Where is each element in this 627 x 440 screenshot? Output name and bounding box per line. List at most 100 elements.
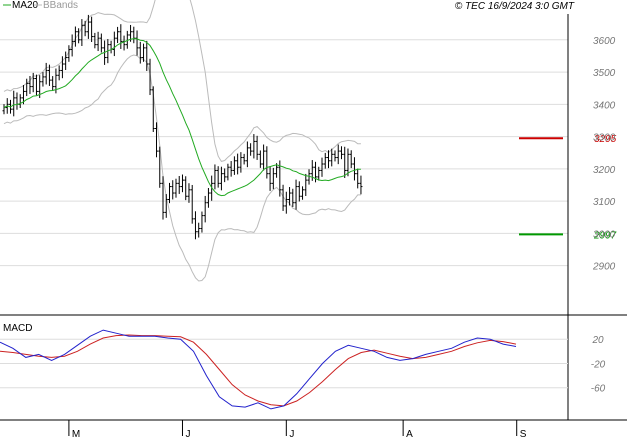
price-bar	[301, 186, 305, 200]
chart-header: MA20 BBands © TEC 16/9/2024 3:0 GMT	[3, 0, 575, 12]
price-bar	[96, 31, 100, 52]
price-bar	[327, 150, 330, 169]
price-bar	[359, 175, 363, 195]
price-y-axis-labels: 2900 3000 3100 3200 3300 3400 3500 3600	[592, 36, 616, 273]
month-label: S	[520, 429, 527, 440]
macd-line	[0, 329, 517, 410]
price-bar	[200, 211, 204, 233]
price-tick-label: 3200	[593, 165, 616, 176]
price-bar	[213, 164, 217, 190]
price-bar	[132, 26, 136, 44]
price-bar	[116, 26, 120, 44]
price-bar	[2, 104, 6, 115]
price-bar	[47, 64, 51, 86]
price-bar	[255, 135, 259, 160]
price-bars	[2, 14, 363, 240]
price-bar	[242, 153, 246, 165]
price-bar	[258, 150, 262, 168]
price-bar	[226, 163, 230, 181]
macd-tick-label: 20	[591, 335, 604, 346]
price-bar	[271, 167, 275, 190]
price-bar	[64, 51, 68, 70]
price-bar	[320, 157, 324, 177]
price-tick-label: 3500	[593, 68, 616, 79]
price-bar	[336, 144, 340, 165]
price-bar	[119, 24, 123, 49]
price-bar	[219, 166, 223, 191]
macd-panel-title: MACD	[3, 323, 32, 334]
price-bar	[236, 153, 240, 175]
price-bar	[109, 40, 113, 54]
price-bar	[339, 146, 343, 160]
price-bar	[174, 178, 178, 198]
price-bar	[151, 86, 155, 132]
price-bar	[25, 78, 29, 97]
price-bar	[57, 65, 61, 81]
price-bar	[34, 74, 38, 96]
month-label: M	[72, 429, 80, 440]
price-bar	[203, 195, 207, 223]
price-bar	[249, 143, 253, 156]
price-bar	[297, 181, 301, 202]
price-bar	[265, 146, 269, 179]
price-tick-label: 3300	[593, 133, 616, 144]
price-bar	[90, 16, 94, 42]
price-bar	[51, 76, 55, 91]
price-tick-label: 3000	[593, 229, 616, 240]
bbands-upper-line	[3, 0, 361, 162]
price-bar	[330, 148, 334, 167]
price-bar	[80, 19, 84, 46]
price-bar	[190, 184, 194, 224]
macd-y-axis-labels: 20 -20 -60	[591, 335, 606, 394]
price-bar	[333, 150, 337, 162]
price-tick-label: 3600	[593, 36, 616, 47]
macd-panel: MACD 20 -20 -60	[0, 323, 606, 410]
price-bar	[294, 179, 298, 210]
price-bar	[148, 58, 152, 96]
price-bar	[15, 92, 19, 110]
price-bar	[193, 211, 197, 240]
price-bar	[232, 156, 236, 175]
price-bar	[93, 32, 97, 49]
macd-tick-label: -60	[591, 384, 606, 395]
price-bar	[167, 182, 171, 204]
price-bar	[245, 141, 249, 168]
price-bar	[41, 72, 45, 87]
price-bar	[356, 168, 360, 189]
price-tick-label: 3100	[593, 197, 616, 208]
chart-canvas: MA20 BBands © TEC 16/9/2024 3:0 GMT 3295…	[0, 0, 627, 440]
price-bar	[252, 134, 256, 159]
bbands-legend-label: BBands	[43, 0, 78, 11]
price-bar	[291, 188, 295, 207]
price-bar	[99, 33, 103, 53]
price-bar	[304, 173, 308, 196]
x-axis-month-labels: MJJAS	[68, 420, 527, 440]
price-tick-label: 2900	[592, 262, 616, 273]
price-bar	[180, 174, 184, 193]
copyright-timestamp: © TEC 16/9/2024 3:0 GMT	[455, 1, 575, 12]
price-bar	[70, 34, 74, 57]
price-bar	[187, 183, 191, 203]
price-gridlines	[0, 39, 568, 267]
price-bar	[177, 176, 181, 194]
price-bar	[349, 150, 353, 169]
price-panel: 32952997 2900300031003200330034003500360…	[0, 0, 617, 282]
price-bar	[197, 222, 201, 238]
price-bar	[284, 191, 288, 214]
price-bar	[223, 168, 227, 183]
price-bar	[206, 188, 210, 208]
price-bar	[12, 90, 16, 117]
price-bar	[135, 30, 139, 56]
price-bar	[343, 146, 347, 178]
price-bar	[44, 62, 48, 85]
price-bar	[112, 31, 116, 57]
month-label: J	[289, 429, 294, 440]
month-label: J	[185, 429, 190, 440]
price-bar	[83, 20, 87, 37]
price-bar	[18, 94, 22, 108]
ma20-line	[3, 38, 361, 197]
price-bar	[239, 152, 243, 173]
price-bar	[171, 180, 175, 200]
price-bar	[262, 144, 266, 171]
price-bar	[122, 35, 126, 51]
